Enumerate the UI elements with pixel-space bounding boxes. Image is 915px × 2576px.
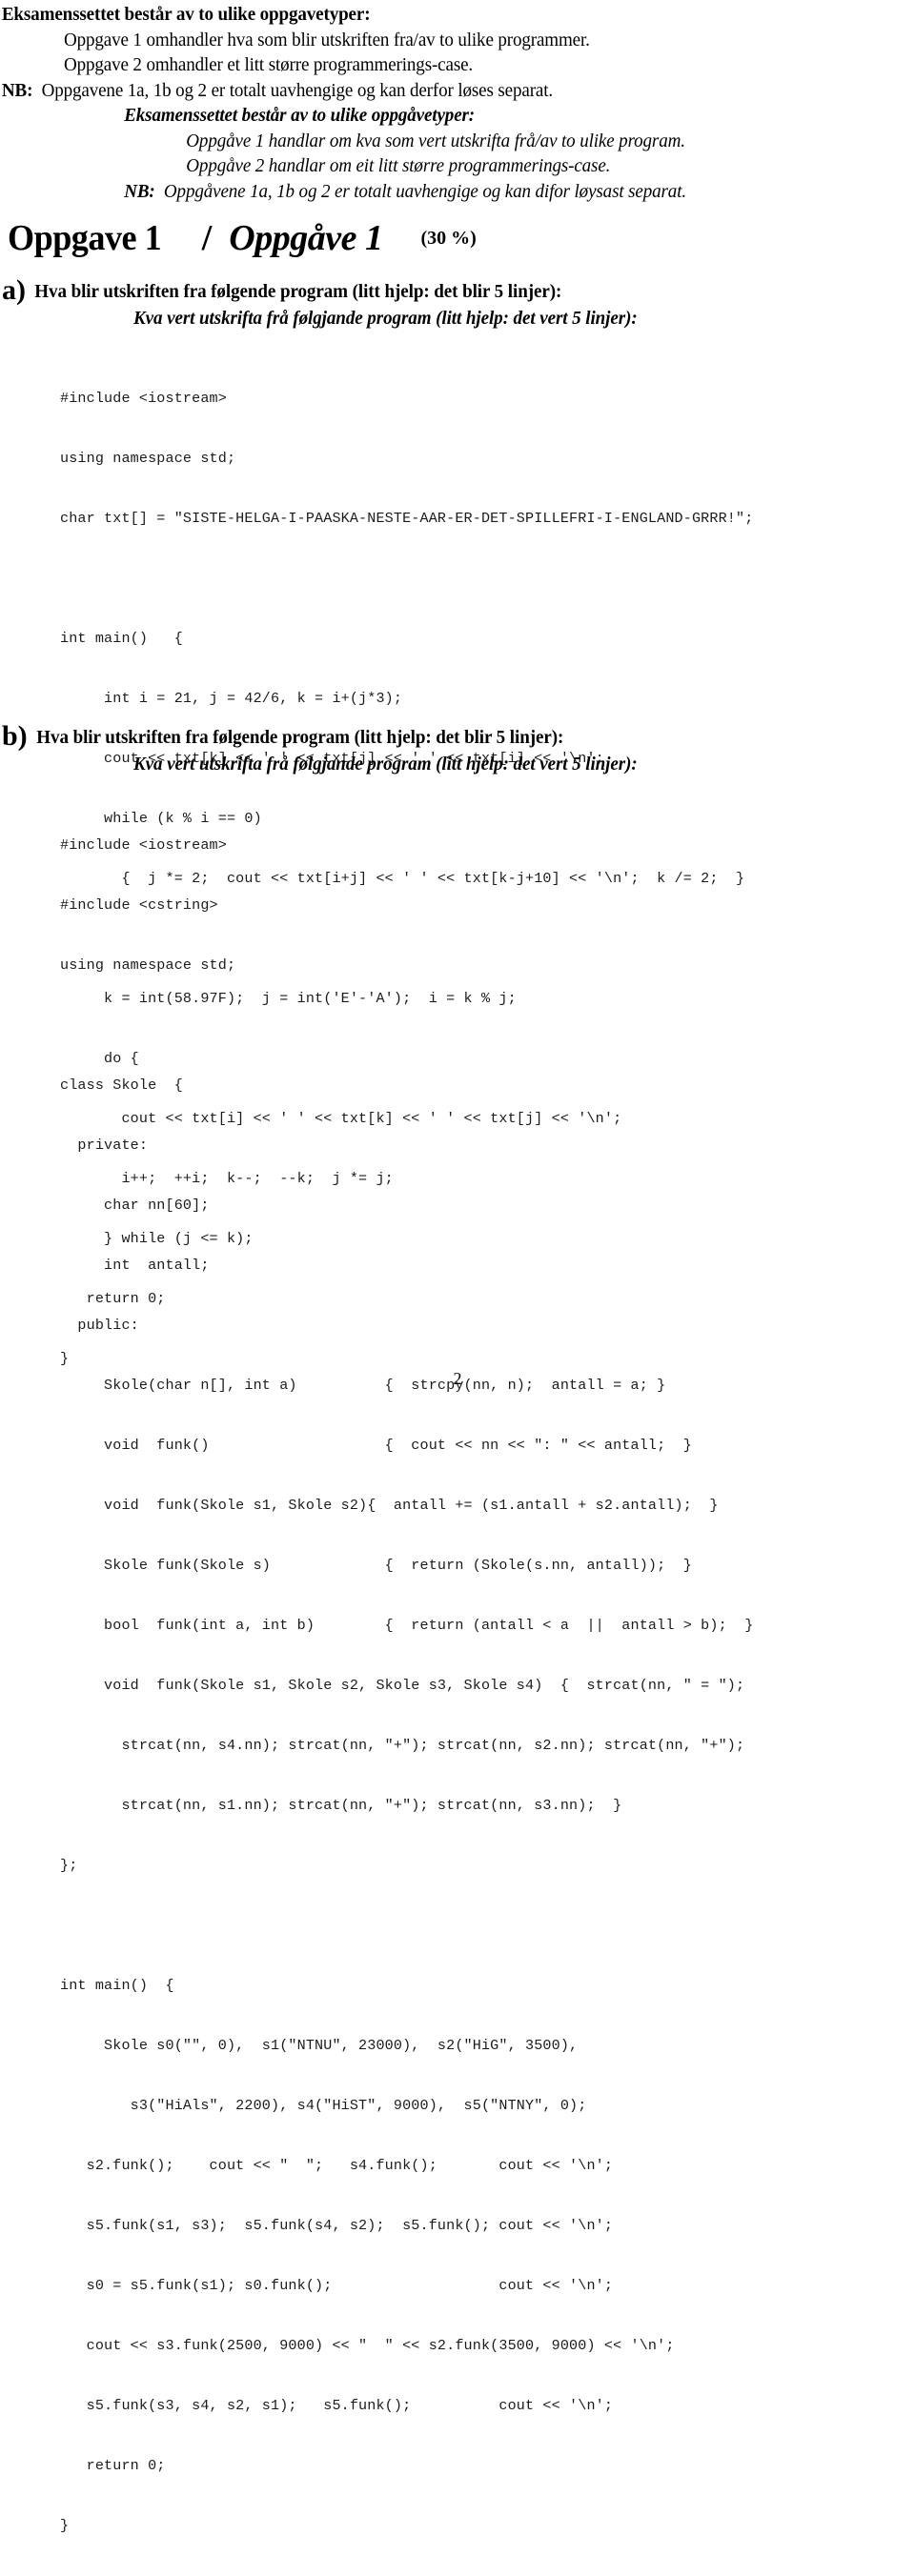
question-b-code-block: #include <iostream> #include <cstring> u… <box>60 795 753 2576</box>
intro-bokmal-heading: Eksamenssettet består av to ulike oppgav… <box>1 4 371 25</box>
intro-nynorsk-line-2: Oppgåve 2 handlar om eit litt større pro… <box>186 155 611 176</box>
intro-bokmal-nb-label: NB: <box>1 79 33 101</box>
intro-nynorsk-line-1: Oppgåve 1 handlar om kva som vert utskri… <box>186 130 685 151</box>
page-title-bokmal: Oppgave 1 <box>8 218 162 258</box>
code-line: void funk(Skole s1, Skole s2){ antall +=… <box>60 1497 719 1514</box>
code-line: int antall; <box>60 1257 210 1274</box>
question-b-bokmal-text: Hva blir utskriften fra følgende program… <box>35 727 563 748</box>
page-title-weight: (30 %) <box>420 228 477 249</box>
page-title-separator: / <box>201 218 213 258</box>
question-b-letter: b) <box>2 720 28 752</box>
question-a-heading: a) Hva blir utskriften fra følgende progr… <box>2 274 602 307</box>
question-a-bokmal-text: Hva blir utskriften fra følgende program… <box>34 281 562 302</box>
intro-block: Eksamenssettet består av to ulike oppgav… <box>0 2 915 204</box>
code-line: strcat(nn, s4.nn); strcat(nn, "+"); strc… <box>60 1737 745 1754</box>
page-title-nynorsk: Oppgåve 1 <box>229 218 383 258</box>
code-line: #include <cstring> <box>60 896 218 914</box>
code-line: void funk(Skole s1, Skole s2, Skole s3, … <box>60 1677 745 1694</box>
code-line: int main() { <box>60 1977 174 1994</box>
code-line: public: <box>60 1317 139 1334</box>
code-line: Skole s0("", 0), s1("NTNU", 23000), s2("… <box>60 2037 579 2054</box>
code-line: class Skole { <box>60 1077 183 1094</box>
intro-bokmal-line-2: Oppgave 2 omhandler et litt større progr… <box>63 54 474 75</box>
question-a-nynorsk-text: Kva vert utskrifta frå følgjande program… <box>133 308 638 329</box>
code-line: char txt[] = "SISTE-HELGA-I-PAASKA-NESTE… <box>60 510 754 527</box>
code-line: #include <iostream> <box>60 390 227 407</box>
question-b-heading: b) Hva blir utskriften fra følgende progr… <box>2 720 603 753</box>
exam-page: Eksamenssettet består av to ulike oppgav… <box>0 0 915 2534</box>
code-line: s3("HiAls", 2200), s4("HiST", 9000), s5(… <box>60 2097 587 2114</box>
code-line: s5.funk(s3, s4, s2, s1); s5.funk(); cout… <box>60 2397 614 2414</box>
code-line: } <box>60 2517 70 2534</box>
code-line: strcat(nn, s1.nn); strcat(nn, "+"); strc… <box>60 1797 622 1814</box>
code-line: cout << s3.funk(2500, 9000) << " " << s2… <box>60 2337 675 2354</box>
intro-bokmal-line-1: Oppgave 1 omhandler hva som blir utskrif… <box>63 29 590 50</box>
code-line: using namespace std; <box>60 956 236 974</box>
code-line: char nn[60]; <box>60 1197 210 1214</box>
code-line: bool funk(int a, int b) { return (antall… <box>60 1617 754 1634</box>
code-line: s0 = s5.funk(s1); s0.funk(); cout << '\n… <box>60 2277 614 2294</box>
intro-nynorsk-nb-text: Oppgåvene 1a, 1b og 2 er totalt uavhengi… <box>163 180 686 202</box>
question-a-letter: a) <box>2 274 26 306</box>
page-number: 2 <box>453 1369 462 1388</box>
code-line: s2.funk(); cout << " "; s4.funk(); cout … <box>60 2157 614 2174</box>
code-line: int main() { <box>60 630 183 647</box>
code-line: s5.funk(s1, s3); s5.funk(s4, s2); s5.fun… <box>60 2217 614 2234</box>
code-line: }; <box>60 1857 78 1874</box>
intro-bokmal-nb-text: Oppgavene 1a, 1b og 2 er totalt uavhengi… <box>41 79 554 101</box>
code-line: Skole funk(Skole s) { return (Skole(s.nn… <box>60 1557 692 1574</box>
intro-bokmal-nb-row: NB: Oppgavene 1a, 1b og 2 er totalt uavhe… <box>0 78 851 104</box>
code-line: private: <box>60 1137 149 1154</box>
question-b-nynorsk-text: Kva vert utskrifta frå følgjande program… <box>133 754 638 775</box>
code-line: using namespace std; <box>60 450 236 467</box>
intro-nynorsk-nb-label: NB: <box>124 180 155 202</box>
code-line: #include <iostream> <box>60 836 227 854</box>
intro-nynorsk-nb-row: NB: Oppgåvene 1a, 1b og 2 er totalt uavhe… <box>0 179 851 205</box>
code-line: void funk() { cout << nn << ": " << anta… <box>60 1437 692 1454</box>
code-line: return 0; <box>60 2457 166 2474</box>
code-line: int i = 21, j = 42/6, k = i+(j*3); <box>60 690 403 707</box>
intro-nynorsk-heading: Eksamenssettet består av to ulike oppgåv… <box>124 105 476 126</box>
page-title: Oppgave 1 / Oppgåve 1 (30 %) <box>8 217 477 259</box>
